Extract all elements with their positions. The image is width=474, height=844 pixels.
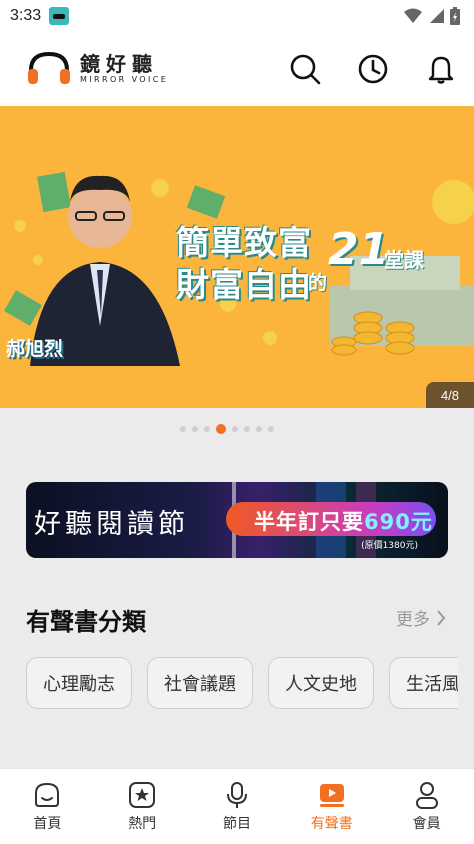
tab-label: 有聲書 [310,816,353,832]
banner-particle: 的 [308,272,328,294]
logo-title: 鏡好聽 [80,51,158,76]
banner-headline-2: 財富自由 [176,265,312,304]
signal-icon [430,9,444,23]
tab-label: 首頁 [33,816,62,832]
promo-original-price: (原價1380元) [361,541,418,551]
banner-suffix: 堂課 [384,248,424,272]
category-chip[interactable]: 生活風 [389,657,458,709]
history-icon[interactable] [356,52,390,86]
bell-icon[interactable] [424,52,458,86]
tab-label: 熱門 [128,816,157,832]
banner-headline-1: 簡單致富 [176,223,312,262]
tab-label: 會員 [412,816,441,832]
promo-offer-prefix: 半年訂只要 [254,510,364,534]
banner-counter: 4/8 [426,382,474,408]
search-icon[interactable] [288,52,322,86]
promo-title: 好聽閱讀節 [34,509,189,540]
play-book-icon [319,784,344,807]
tab-member[interactable]: 會員 [379,769,474,844]
app-logo[interactable]: 鏡好聽 MIRROR VOICE [26,50,168,86]
tab-popular[interactable]: 熱門 [95,769,190,844]
microphone-icon [226,782,247,808]
category-chip[interactable]: 心理勵志 [26,657,132,709]
headphones-logo-icon [28,51,70,84]
carousel-dot[interactable] [256,426,262,432]
promo-banner[interactable]: 好聽閱讀節 半年訂只要690元 (原價1380元) [26,482,448,558]
hero-banner[interactable]: 簡單致富 財富自由 21 堂課 的 郝旭烈 4/8 [0,106,474,408]
carousel-dot[interactable] [232,426,238,432]
app-header: 鏡好聽 MIRROR VOICE [0,32,474,107]
carousel-dot[interactable] [180,426,186,432]
status-time: 3:33 [10,7,42,24]
category-chips: 心理勵志 社會議題 人文史地 生活風 [26,657,458,709]
wifi-icon [404,8,422,23]
tab-label: 節目 [222,816,251,832]
star-icon [129,782,156,808]
more-link[interactable]: 更多 [396,605,446,630]
carousel-dot-active[interactable] [216,424,226,434]
carousel-dot[interactable] [192,426,198,432]
bottom-tab-bar: 首頁 熱門 節目 有聲書 會員 [0,768,474,844]
status-icons [404,7,460,25]
promo-offer-price: 690元 [364,510,433,534]
category-chip[interactable]: 人文史地 [268,657,374,709]
chevron-right-icon [437,609,446,626]
more-label: 更多 [396,610,430,630]
category-chip[interactable]: 社會議題 [147,657,253,709]
tab-programs[interactable]: 節目 [190,769,285,844]
carousel-dot[interactable] [244,426,250,432]
tab-audiobooks[interactable]: 有聲書 [284,769,379,844]
battery-icon [450,7,460,25]
banner-author-name: 郝旭烈 [6,338,64,360]
banner-number: 21 [328,224,390,275]
tab-home[interactable]: 首頁 [0,769,95,844]
status-bar: 3:33 [0,0,474,32]
app-notification-icon [49,7,70,25]
section-title: 有聲書分類 [26,608,146,636]
carousel-dot[interactable] [204,426,210,432]
carousel-indicator [180,424,274,434]
logo-subtitle: MIRROR VOICE [80,74,169,84]
user-icon [415,782,438,809]
home-icon [35,782,60,807]
promo-offer: 半年訂只要690元 [254,506,433,536]
carousel-dot[interactable] [268,426,274,432]
